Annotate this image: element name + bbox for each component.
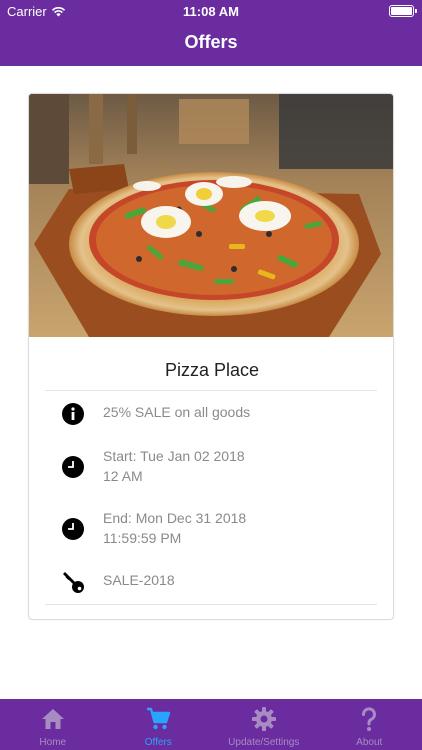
- offer-title: Pizza Place: [164, 360, 260, 380]
- start-time: 12 AM: [103, 468, 143, 484]
- cart-icon: [147, 707, 171, 730]
- status-time: 11:08 AM: [183, 4, 239, 19]
- gear-icon: [251, 707, 276, 731]
- tab-offers-label: Offers: [144, 737, 172, 748]
- code-row: SALE-2018: [61, 570, 381, 594]
- app-header: Carrier 11:08 AM Offers: [0, 0, 422, 66]
- clock-icon: [62, 456, 84, 478]
- key-icon: [63, 572, 84, 593]
- end-time: 11:59:59 PM: [103, 530, 182, 546]
- question-icon: [362, 707, 377, 731]
- tab-home[interactable]: Home: [0, 699, 106, 750]
- divider-top: [45, 390, 377, 391]
- tab-bar: Home Offers Update/Settings About: [0, 699, 422, 750]
- info-icon: [62, 403, 84, 425]
- tab-about[interactable]: About: [317, 699, 422, 750]
- clock-icon: [62, 518, 84, 540]
- offer-image: [29, 94, 393, 337]
- offer-code: SALE-2018: [103, 572, 175, 588]
- tab-offers[interactable]: Offers: [106, 699, 212, 750]
- battery-icon: [389, 5, 417, 17]
- end-row: End: Mon Dec 31 2018 11:59:59 PM: [61, 508, 381, 548]
- page-title: Offers: [184, 32, 238, 52]
- tab-settings[interactable]: Update/Settings: [211, 699, 317, 750]
- status-bar: Carrier 11:08 AM: [0, 0, 422, 22]
- start-date: Start: Tue Jan 02 2018: [103, 448, 245, 464]
- end-date: End: Mon Dec 31 2018: [103, 510, 247, 526]
- offer-description: 25% SALE on all goods: [103, 404, 251, 420]
- tab-home-label: Home: [39, 737, 67, 748]
- home-icon: [41, 709, 64, 729]
- description-row: 25% SALE on all goods: [61, 402, 381, 426]
- tab-about-label: About: [356, 737, 383, 748]
- start-row: Start: Tue Jan 02 2018 12 AM: [61, 446, 381, 486]
- offer-card[interactable]: Pizza Place 25% SALE on all goods Start:…: [28, 93, 394, 620]
- tab-settings-label: Update/Settings: [228, 737, 300, 748]
- divider-bottom: [45, 604, 377, 605]
